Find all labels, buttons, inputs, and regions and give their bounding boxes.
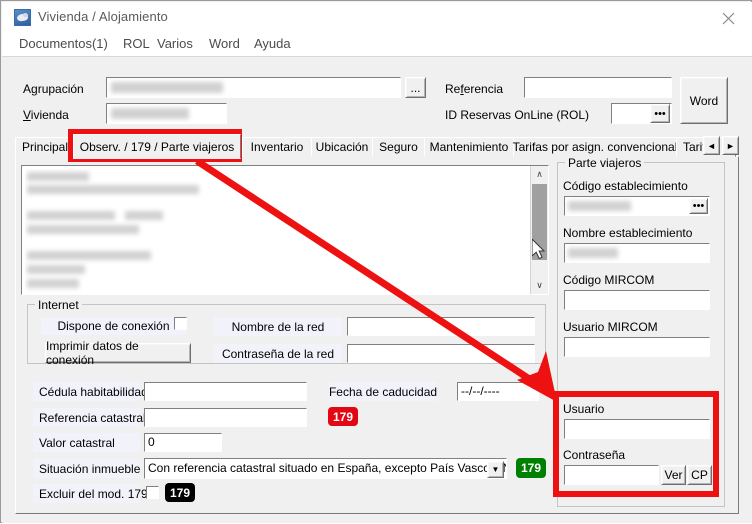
agrupacion-browse-button[interactable]: ... — [405, 77, 426, 98]
vivienda-input[interactable] — [106, 103, 227, 124]
menu-item-rol[interactable]: ROL — [120, 35, 153, 52]
usuario-input[interactable] — [564, 419, 710, 439]
usuario-mircom-label: Usuario MIRCOM — [563, 320, 658, 334]
observaciones-memo-text — [25, 169, 529, 292]
codigo-establecimiento-label: Código establecimiento — [563, 179, 688, 193]
referencia-catastral-label: Referencia catastral — [33, 408, 146, 427]
imprimir-datos-conexion-button[interactable]: Imprimir datos de conexión — [45, 339, 191, 367]
referencia-catastral-input[interactable] — [144, 408, 307, 427]
menu-item-varios[interactable]: Varios — [154, 35, 196, 52]
title-bar: Vivienda / Alojamiento — [2, 2, 752, 32]
referencia-label: Referencia — [445, 82, 504, 96]
valor-catastral-input[interactable]: 0 — [144, 433, 222, 452]
situacion-inmueble-value: Con referencia catastral situado en Espa… — [148, 461, 507, 475]
excluir-mod-179-checkbox[interactable] — [146, 486, 159, 499]
nombre-establecimiento-input[interactable] — [564, 243, 710, 263]
tab-tarifas-asign-convencional[interactable]: Tarifas por asign. convencional — [513, 137, 677, 157]
chevron-down-icon[interactable]: ▼ — [487, 461, 504, 478]
window-title: Vivienda / Alojamiento — [38, 9, 168, 24]
close-icon[interactable] — [706, 2, 752, 32]
usuario-label: Usuario — [563, 402, 605, 416]
close-glyph — [722, 12, 735, 25]
cedula-habitabilidad-input[interactable] — [144, 382, 307, 401]
nombre-red-label: Nombre de la red — [214, 317, 342, 336]
tab-principal[interactable]: Principal — [15, 137, 75, 157]
tab-scroll-next-icon[interactable]: ► — [722, 136, 739, 155]
codigo-establecimiento-browse-button[interactable]: ••• — [689, 198, 708, 214]
rol-label: ID Reservas OnLine (ROL) — [445, 108, 590, 122]
situacion-inmueble-select[interactable]: Con referencia catastral situado en Espa… — [144, 458, 507, 479]
tab-inventario[interactable]: Inventario — [242, 137, 312, 157]
codigo-mircom-label: Código MIRCOM — [563, 273, 655, 287]
tab-mantenimiento[interactable]: Mantenimiento — [424, 137, 514, 157]
codigo-establecimiento-input[interactable]: ••• — [564, 196, 710, 216]
word-button[interactable]: Word — [680, 77, 728, 124]
rol-browse-button[interactable]: ••• — [650, 104, 670, 123]
ver-password-button[interactable]: Ver — [661, 465, 686, 485]
tab-seguro[interactable]: Seguro — [372, 137, 425, 157]
valor-catastral-label: Valor catastral — [33, 433, 140, 452]
vivienda-alojamiento-window: Vivienda / Alojamiento Documentos(1) ROL… — [0, 0, 752, 523]
tab-observ-179-parte-viajeros[interactable]: Observ. / 179 / Parte viajeros — [73, 134, 241, 159]
contrasena-label: Contraseña — [563, 448, 626, 462]
dispone-conexion-checkbox[interactable] — [174, 317, 187, 330]
cp-button[interactable]: CP — [687, 465, 712, 485]
contrasena-input[interactable] — [564, 465, 659, 485]
scroll-down-icon[interactable]: ∨ — [531, 277, 548, 294]
contrasena-red-input[interactable] — [347, 344, 535, 363]
fecha-caducidad-input[interactable]: --/--/---- — [457, 382, 539, 401]
usuario-mircom-input[interactable] — [564, 337, 710, 357]
scroll-up-icon[interactable]: ∧ — [531, 166, 548, 183]
menu-item-ayuda[interactable]: Ayuda — [251, 35, 294, 52]
contrasena-red-label: Contraseña de la red — [214, 344, 342, 363]
badge-179-excluir: 179 — [165, 483, 195, 502]
badge-179-referencia-catastral: 179 — [328, 407, 358, 426]
menu-bar: Documentos(1) ROL Varios Word Ayuda — [2, 32, 752, 56]
internet-group-title: Internet — [35, 298, 82, 312]
vivienda-label: Vivienda — [23, 108, 69, 122]
agrupacion-label: Agrupación — [23, 82, 84, 96]
observaciones-memo[interactable]: ∧ ∨ — [21, 165, 549, 295]
app-icon — [14, 9, 31, 26]
situacion-inmueble-label: Situación inmueble — [33, 459, 140, 478]
tab-ubicacion[interactable]: Ubicación — [311, 137, 373, 157]
observaciones-scrollbar[interactable]: ∧ ∨ — [530, 166, 548, 294]
referencia-input[interactable] — [524, 77, 672, 98]
codigo-mircom-input[interactable] — [564, 290, 710, 310]
dispone-conexion-label: Dispone de conexión — [41, 317, 186, 335]
badge-179-situacion: 179 — [516, 458, 546, 478]
fecha-caducidad-label: Fecha de caducidad — [329, 382, 437, 401]
nombre-red-input[interactable] — [347, 317, 535, 336]
tab-strip: Principal Observ. / 179 / Parte viajeros… — [15, 134, 739, 159]
tab-scroll-prev-icon[interactable]: ◄ — [703, 136, 720, 155]
menu-item-word[interactable]: Word — [206, 35, 243, 52]
cedula-habitabilidad-label: Cédula habitabilidad — [33, 382, 148, 401]
menu-item-documentos[interactable]: Documentos(1) — [16, 35, 111, 52]
agrupacion-input[interactable] — [106, 77, 401, 98]
scrollbar-thumb[interactable] — [532, 184, 547, 260]
excluir-mod-179-label: Excluir del mod. 179 — [33, 484, 148, 503]
nombre-establecimiento-label: Nombre establecimiento — [563, 226, 693, 240]
parte-viajeros-group-title: Parte viajeros — [565, 156, 645, 170]
